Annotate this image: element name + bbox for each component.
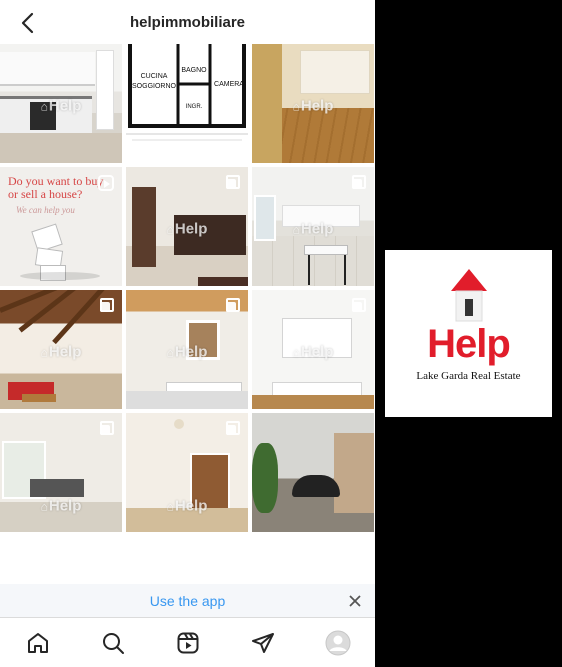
carousel-icon	[100, 298, 114, 312]
photo-detail	[304, 245, 348, 255]
nav-search-button[interactable]	[100, 630, 126, 656]
photo-detail	[96, 50, 114, 130]
reels-icon	[177, 632, 198, 653]
profile-header: helpimmobiliare	[0, 0, 375, 44]
chevron-left-icon	[21, 12, 34, 34]
help-watermark: ⌂Help	[166, 497, 208, 515]
instagram-profile-view: helpimmobiliare ⌂Help CUCINA SOGGIORNO B…	[0, 0, 375, 667]
company-logo-card: Help Lake Garda Real Estate	[385, 250, 552, 417]
posts-grid: ⌂Help CUCINA SOGGIORNO BAGNO CAMERA INGR…	[0, 44, 375, 532]
ad-subline: We can help you	[16, 205, 75, 215]
post-tile-floor-plan[interactable]: CUCINA SOGGIORNO BAGNO CAMERA INGR.	[126, 44, 248, 163]
bottom-nav	[0, 617, 375, 667]
home-icon	[27, 632, 48, 653]
room-label: BAGNO	[181, 67, 207, 74]
photo-detail	[252, 443, 278, 513]
room-label: CUCINA	[141, 73, 168, 80]
reel-icon	[98, 175, 114, 191]
help-watermark: ⌂Help	[40, 343, 82, 361]
photo-detail	[254, 195, 276, 241]
post-tile-street[interactable]	[252, 413, 374, 532]
photo-detail	[174, 419, 184, 429]
back-button[interactable]	[14, 10, 40, 36]
use-app-link[interactable]: Use the app	[150, 593, 226, 609]
photo-detail	[252, 44, 282, 163]
photo-detail	[198, 277, 248, 286]
nav-direct-button[interactable]	[250, 630, 276, 656]
photo-detail	[334, 433, 374, 513]
post-tile-bright-kitchen[interactable]: ⌂Help	[126, 290, 248, 409]
photo-detail	[126, 391, 248, 409]
photo-detail	[22, 394, 56, 402]
photo-detail	[20, 272, 100, 280]
logo-tagline: Lake Garda Real Estate	[416, 370, 521, 382]
photo-detail	[344, 255, 346, 285]
post-tile-living-room[interactable]: ⌂Help	[126, 167, 248, 286]
post-tile-white-kitchen[interactable]: ⌂Help	[252, 290, 374, 409]
logo-wordmark: Help	[427, 322, 511, 366]
carousel-icon	[100, 421, 114, 435]
profile-username: helpimmobiliare	[129, 13, 246, 31]
post-tile-wood-floor[interactable]: ⌂Help	[252, 44, 374, 163]
room-label: CAMERA	[214, 81, 244, 88]
nav-reels-button[interactable]	[175, 630, 201, 656]
help-watermark: ⌂Help	[166, 343, 208, 361]
carousel-icon	[226, 175, 240, 189]
floor-plan-drawing: CUCINA SOGGIORNO BAGNO CAMERA INGR.	[126, 44, 248, 141]
photo-detail	[252, 395, 374, 409]
photo-detail	[308, 255, 310, 285]
close-banner-button[interactable]	[345, 591, 365, 611]
help-watermark: ⌂Help	[292, 343, 334, 361]
carousel-icon	[352, 175, 366, 189]
search-icon	[102, 632, 124, 654]
carousel-icon	[352, 298, 366, 312]
photo-detail	[300, 50, 370, 94]
room-label: SOGGIORNO	[132, 83, 177, 90]
carousel-icon	[226, 298, 240, 312]
help-watermark: ⌂Help	[40, 497, 82, 515]
direct-icon	[251, 632, 274, 653]
post-tile-kitchen[interactable]: ⌂Help	[0, 44, 122, 163]
close-icon	[349, 595, 361, 607]
use-app-banner: Use the app	[0, 584, 375, 617]
post-tile-lounge[interactable]: ⌂Help	[0, 413, 122, 532]
post-tile-loft[interactable]: ⌂Help	[0, 290, 122, 409]
photo-detail	[292, 475, 340, 497]
photo-detail	[132, 187, 156, 267]
photo-detail	[0, 133, 122, 163]
post-tile-hallway[interactable]: ⌂Help	[126, 413, 248, 532]
post-tile-dining[interactable]: ⌂Help	[252, 167, 374, 286]
help-watermark: ⌂Help	[292, 97, 334, 115]
profile-icon	[325, 630, 350, 655]
help-watermark: ⌂Help	[40, 97, 82, 115]
post-tile-ad-reel[interactable]: Do you want to buy or sell a house? We c…	[0, 167, 122, 286]
nav-home-button[interactable]	[25, 630, 51, 656]
photo-detail	[0, 52, 95, 86]
room-label: INGR.	[186, 104, 203, 110]
help-watermark: ⌂Help	[292, 220, 334, 238]
carousel-icon	[226, 421, 240, 435]
nav-profile-button[interactable]	[325, 630, 351, 656]
photo-detail	[252, 236, 374, 286]
help-watermark: ⌂Help	[166, 220, 208, 238]
photo-detail	[30, 479, 84, 497]
